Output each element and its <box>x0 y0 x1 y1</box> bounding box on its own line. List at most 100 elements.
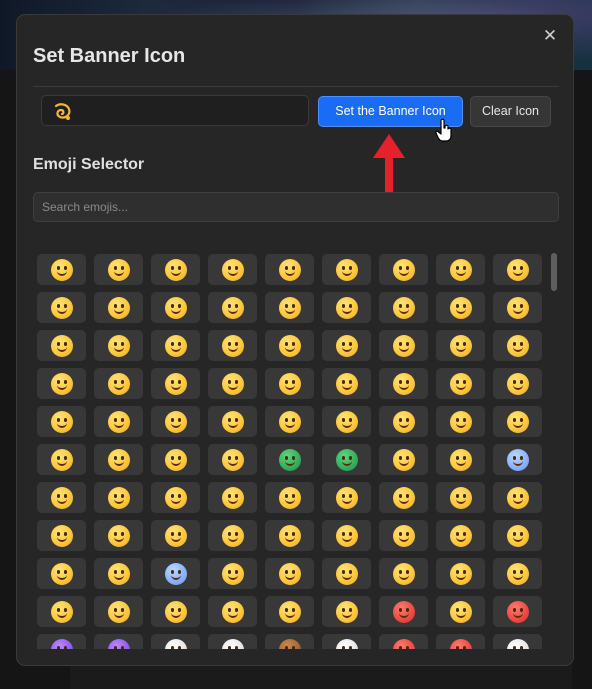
emoji-button[interactable] <box>493 368 542 399</box>
current-icon-field[interactable] <box>41 95 309 126</box>
emoji-button[interactable] <box>151 406 200 437</box>
emoji-button[interactable] <box>94 330 143 361</box>
emoji-button[interactable] <box>436 330 485 361</box>
emoji-button[interactable] <box>379 558 428 589</box>
clear-icon-button[interactable]: Clear Icon <box>470 96 551 127</box>
emoji-button[interactable] <box>151 634 200 649</box>
close-icon[interactable]: ✕ <box>539 25 561 47</box>
emoji-button[interactable] <box>151 558 200 589</box>
emoji-button[interactable] <box>379 292 428 323</box>
scrollbar-thumb[interactable] <box>551 253 557 291</box>
emoji-button[interactable] <box>37 520 86 551</box>
emoji-button[interactable] <box>322 368 371 399</box>
emoji-button[interactable] <box>322 254 371 285</box>
emoji-button[interactable] <box>208 406 257 437</box>
emoji-button[interactable] <box>151 330 200 361</box>
emoji-button[interactable] <box>493 406 542 437</box>
emoji-button[interactable] <box>208 330 257 361</box>
emoji-button[interactable] <box>436 254 485 285</box>
emoji-button[interactable] <box>322 292 371 323</box>
emoji-button[interactable] <box>436 292 485 323</box>
emoji-button[interactable] <box>208 444 257 475</box>
emoji-button[interactable] <box>37 482 86 513</box>
emoji-button[interactable] <box>208 634 257 649</box>
emoji-button[interactable] <box>94 406 143 437</box>
emoji-button[interactable] <box>265 558 314 589</box>
emoji-button[interactable] <box>37 330 86 361</box>
emoji-button[interactable] <box>94 520 143 551</box>
emoji-button[interactable] <box>265 254 314 285</box>
emoji-button[interactable] <box>322 330 371 361</box>
emoji-button[interactable] <box>493 482 542 513</box>
emoji-button[interactable] <box>322 634 371 649</box>
emoji-button[interactable] <box>208 292 257 323</box>
emoji-button[interactable] <box>151 520 200 551</box>
emoji-button[interactable] <box>37 254 86 285</box>
emoji-button[interactable] <box>322 406 371 437</box>
emoji-button[interactable] <box>436 520 485 551</box>
emoji-button[interactable] <box>493 634 542 649</box>
emoji-button[interactable] <box>265 520 314 551</box>
emoji-button[interactable] <box>265 368 314 399</box>
emoji-button[interactable] <box>94 254 143 285</box>
emoji-button[interactable] <box>493 520 542 551</box>
emoji-button[interactable] <box>37 596 86 627</box>
emoji-button[interactable] <box>493 444 542 475</box>
emoji-button[interactable] <box>379 596 428 627</box>
emoji-button[interactable] <box>208 254 257 285</box>
emoji-button[interactable] <box>208 596 257 627</box>
emoji-button[interactable] <box>493 330 542 361</box>
emoji-button[interactable] <box>151 254 200 285</box>
emoji-button[interactable] <box>379 482 428 513</box>
emoji-button[interactable] <box>493 596 542 627</box>
emoji-button[interactable] <box>151 368 200 399</box>
emoji-button[interactable] <box>94 482 143 513</box>
emoji-button[interactable] <box>37 292 86 323</box>
emoji-button[interactable] <box>322 520 371 551</box>
emoji-button[interactable] <box>379 406 428 437</box>
emoji-button[interactable] <box>436 596 485 627</box>
emoji-button[interactable] <box>37 634 86 649</box>
emoji-button[interactable] <box>208 558 257 589</box>
emoji-button[interactable] <box>265 292 314 323</box>
emoji-button[interactable] <box>37 406 86 437</box>
emoji-button[interactable] <box>322 444 371 475</box>
emoji-button[interactable] <box>37 444 86 475</box>
emoji-button[interactable] <box>379 254 428 285</box>
emoji-button[interactable] <box>151 292 200 323</box>
emoji-button[interactable] <box>37 368 86 399</box>
emoji-button[interactable] <box>322 596 371 627</box>
emoji-button[interactable] <box>265 482 314 513</box>
emoji-button[interactable] <box>436 558 485 589</box>
emoji-button[interactable] <box>379 444 428 475</box>
emoji-button[interactable] <box>208 368 257 399</box>
emoji-button[interactable] <box>94 558 143 589</box>
emoji-button[interactable] <box>436 634 485 649</box>
emoji-button[interactable] <box>265 406 314 437</box>
emoji-button[interactable] <box>436 406 485 437</box>
emoji-button[interactable] <box>265 634 314 649</box>
emoji-button[interactable] <box>322 482 371 513</box>
emoji-button[interactable] <box>151 596 200 627</box>
emoji-button[interactable] <box>265 596 314 627</box>
emoji-button[interactable] <box>265 330 314 361</box>
emoji-button[interactable] <box>94 444 143 475</box>
emoji-button[interactable] <box>493 254 542 285</box>
emoji-button[interactable] <box>265 444 314 475</box>
emoji-button[interactable] <box>208 482 257 513</box>
emoji-button[interactable] <box>493 292 542 323</box>
emoji-button[interactable] <box>436 368 485 399</box>
emoji-button[interactable] <box>379 634 428 649</box>
emoji-button[interactable] <box>493 558 542 589</box>
search-emojis-input[interactable] <box>33 192 559 222</box>
emoji-button[interactable] <box>94 368 143 399</box>
emoji-button[interactable] <box>37 558 86 589</box>
emoji-button[interactable] <box>322 558 371 589</box>
emoji-button[interactable] <box>436 482 485 513</box>
emoji-button[interactable] <box>94 634 143 649</box>
emoji-button[interactable] <box>94 596 143 627</box>
emoji-button[interactable] <box>151 444 200 475</box>
emoji-button[interactable] <box>379 330 428 361</box>
emoji-button[interactable] <box>436 444 485 475</box>
emoji-button[interactable] <box>379 520 428 551</box>
